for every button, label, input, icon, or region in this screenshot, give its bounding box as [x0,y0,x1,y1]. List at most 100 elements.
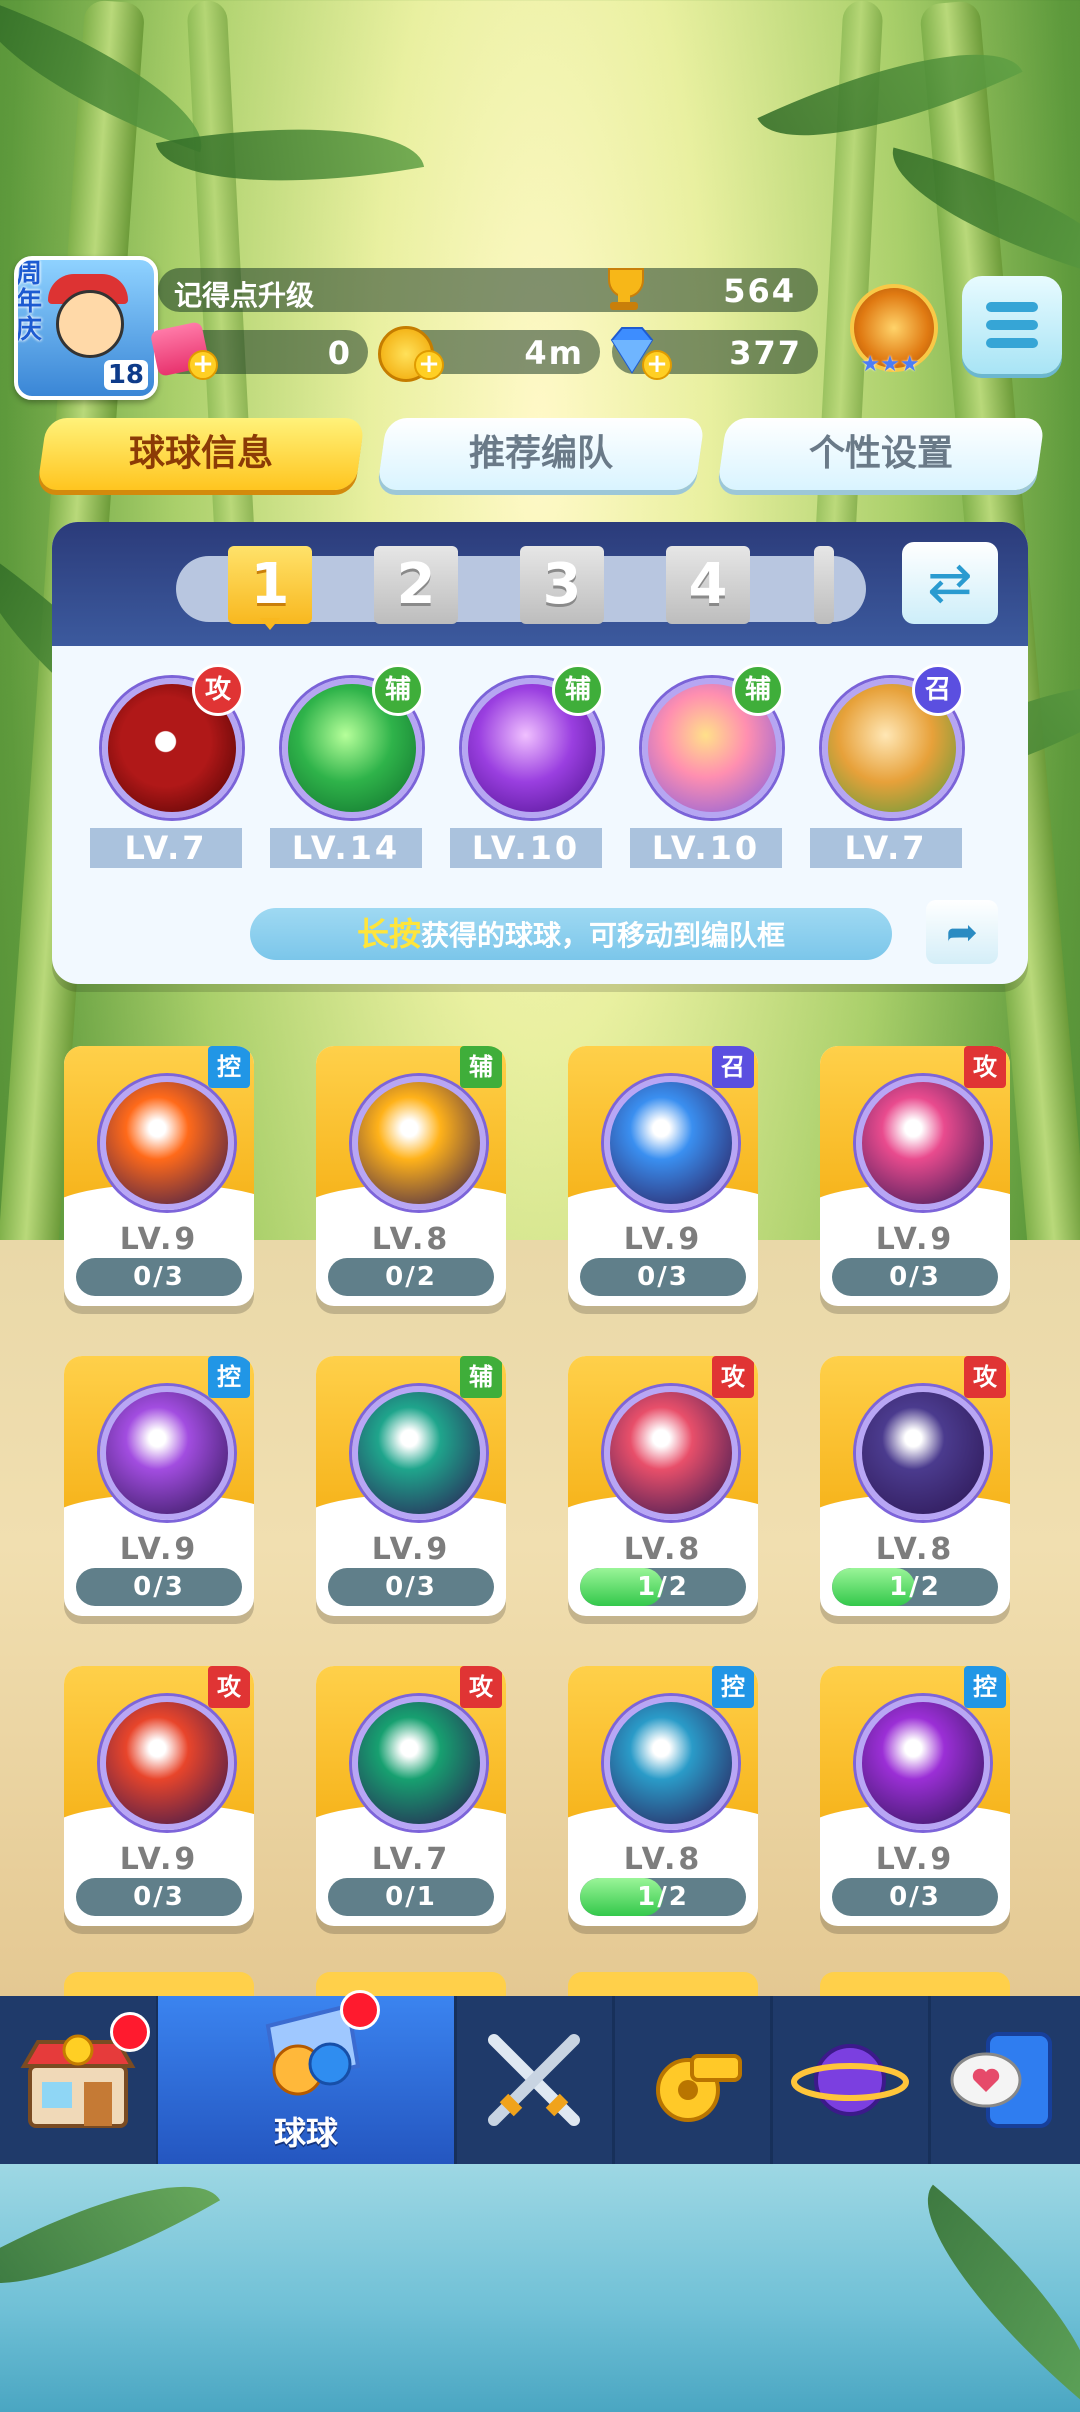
nav-shop[interactable] [0,1996,159,2164]
progress-text: 0/1 [385,1882,437,1912]
tab-label: 推荐编队 [468,433,613,474]
role-badge: 控 [208,1356,250,1398]
progress-text: 0/2 [385,1262,437,1292]
progress-text: 0/3 [133,1882,185,1912]
battle-icon [488,2034,580,2126]
progress-text: 0/3 [133,1262,185,1292]
ball-card[interactable]: 攻 LV.8 1/2 [820,1356,1010,1616]
team-selector: 1 2 3 4 ⇄ [52,522,1028,646]
tab-label: 个性设置 [808,433,953,474]
ball-orb [352,1076,486,1210]
ball-card[interactable]: 控 LV.8 1/2 [568,1666,758,1926]
progress-text: 1/2 [637,1572,689,1602]
role-badge: 辅 [460,1046,502,1088]
team-slot-more[interactable] [814,546,834,624]
ball-card[interactable]: 辅 LV.8 0/2 [316,1046,506,1306]
ball-orb [604,1696,738,1830]
ball-level: LV.10 [630,828,782,868]
ball-card[interactable]: 攻 LV.9 0/3 [820,1046,1010,1306]
ball-orb [856,1696,990,1830]
ball-level: LV.8 [623,1842,703,1877]
ball-level: LV.9 [623,1222,703,1257]
team-slot-3[interactable]: 3 [520,546,604,624]
role-badge: 控 [964,1666,1006,1708]
ball-level: LV.7 [371,1842,451,1877]
progress-text: 0/3 [133,1572,185,1602]
long-press-hint: 长按获得的球球，可移动到编队框 [250,908,892,960]
role-badge: 攻 [712,1356,754,1398]
whistle-icon [656,2054,742,2122]
swap-icon[interactable]: ⇄ [902,542,998,624]
ticket-value: 0 [327,334,352,372]
gem-counter[interactable]: + 377 [610,327,818,380]
ball-level: LV.10 [450,828,602,868]
rank-badge[interactable]: ★★★ [842,282,938,378]
ball-orb [352,1696,486,1830]
ball-level: LV.7 [90,828,242,868]
card-peek [820,1972,1010,1996]
menu-button[interactable] [962,276,1062,374]
ticket-counter[interactable]: + 0 [149,321,368,380]
nav-planet[interactable] [772,1996,931,2164]
anniversary-label: 周年庆 [16,259,43,345]
tab-recommended-team[interactable]: 推荐编队 [376,418,706,490]
upgrade-progress: 0/3 [328,1568,494,1606]
nav-chat[interactable] [930,1996,1080,2164]
avatar-days-badge: 18 [103,360,148,390]
level-up-bar[interactable]: 记得点升级 564 [158,268,818,312]
ball-level: LV.9 [371,1532,451,1567]
ball-level: LV.9 [875,1842,955,1877]
nav-whistle[interactable] [614,1996,773,2164]
trophy-value: 564 [723,272,796,310]
ball-orb [856,1076,990,1210]
ball-card[interactable]: 召 LV.9 0/3 [568,1046,758,1306]
ball-orb [604,1076,738,1210]
team-slot-1[interactable]: 1 [228,546,312,630]
role-badge: 召 [912,664,964,716]
ball-level: LV.14 [270,828,422,868]
team-slot-2[interactable]: 2 [374,546,458,624]
ball-orb [100,1076,234,1210]
ball-level: LV.8 [875,1532,955,1567]
upgrade-progress: 0/1 [328,1878,494,1916]
role-badge: 攻 [192,664,244,716]
ball-orb [100,1696,234,1830]
ball-orb [352,1386,486,1520]
ball-card[interactable]: 攻 LV.9 0/3 [64,1666,254,1926]
role-badge: 攻 [460,1666,502,1708]
role-badge: 召 [712,1046,754,1088]
role-badge: 辅 [460,1356,502,1398]
ball-level: LV.9 [119,1532,199,1567]
upgrade-progress: 0/3 [580,1258,746,1296]
menu-icon [986,338,1038,348]
progress-text: 0/3 [637,1262,689,1292]
ball-orb [604,1386,738,1520]
progress-text: 0/3 [889,1882,941,1912]
tab-ball-info[interactable]: 球球信息 [36,418,366,490]
ball-card[interactable]: 辅 LV.9 0/3 [316,1356,506,1616]
player-avatar[interactable]: 周年庆 18 [14,256,158,400]
ball-card[interactable]: 控 LV.9 0/3 [820,1666,1010,1926]
hint-emphasis: 长按 [356,915,421,953]
upgrade-progress: 0/2 [328,1258,494,1296]
avatar-face [56,290,124,358]
plus-icon: + [414,350,444,380]
menu-icon [986,320,1038,330]
upgrade-progress: 1/2 [580,1878,746,1916]
ball-card[interactable]: 攻 LV.8 1/2 [568,1356,758,1616]
team-slot-4[interactable]: 4 [666,546,750,624]
bottom-nav: 球球 [0,1990,1080,2164]
rank-stars-icon: ★★★ [860,352,920,377]
nav-battle[interactable] [456,1996,615,2164]
nav-balls[interactable]: 球球 [158,1990,457,2164]
upgrade-progress: 1/2 [832,1568,998,1606]
coin-counter[interactable]: + 4m [378,326,600,382]
ball-level: LV.9 [875,1222,955,1257]
progress-text: 0/3 [889,1262,941,1292]
notification-dot [340,1990,380,2030]
ball-card[interactable]: 控 LV.9 0/3 [64,1356,254,1616]
tab-personal-settings[interactable]: 个性设置 [716,418,1046,490]
share-icon[interactable]: ➦ [926,900,998,964]
ball-card[interactable]: 攻 LV.7 0/1 [316,1666,506,1926]
ball-card[interactable]: 控 LV.9 0/3 [64,1046,254,1306]
